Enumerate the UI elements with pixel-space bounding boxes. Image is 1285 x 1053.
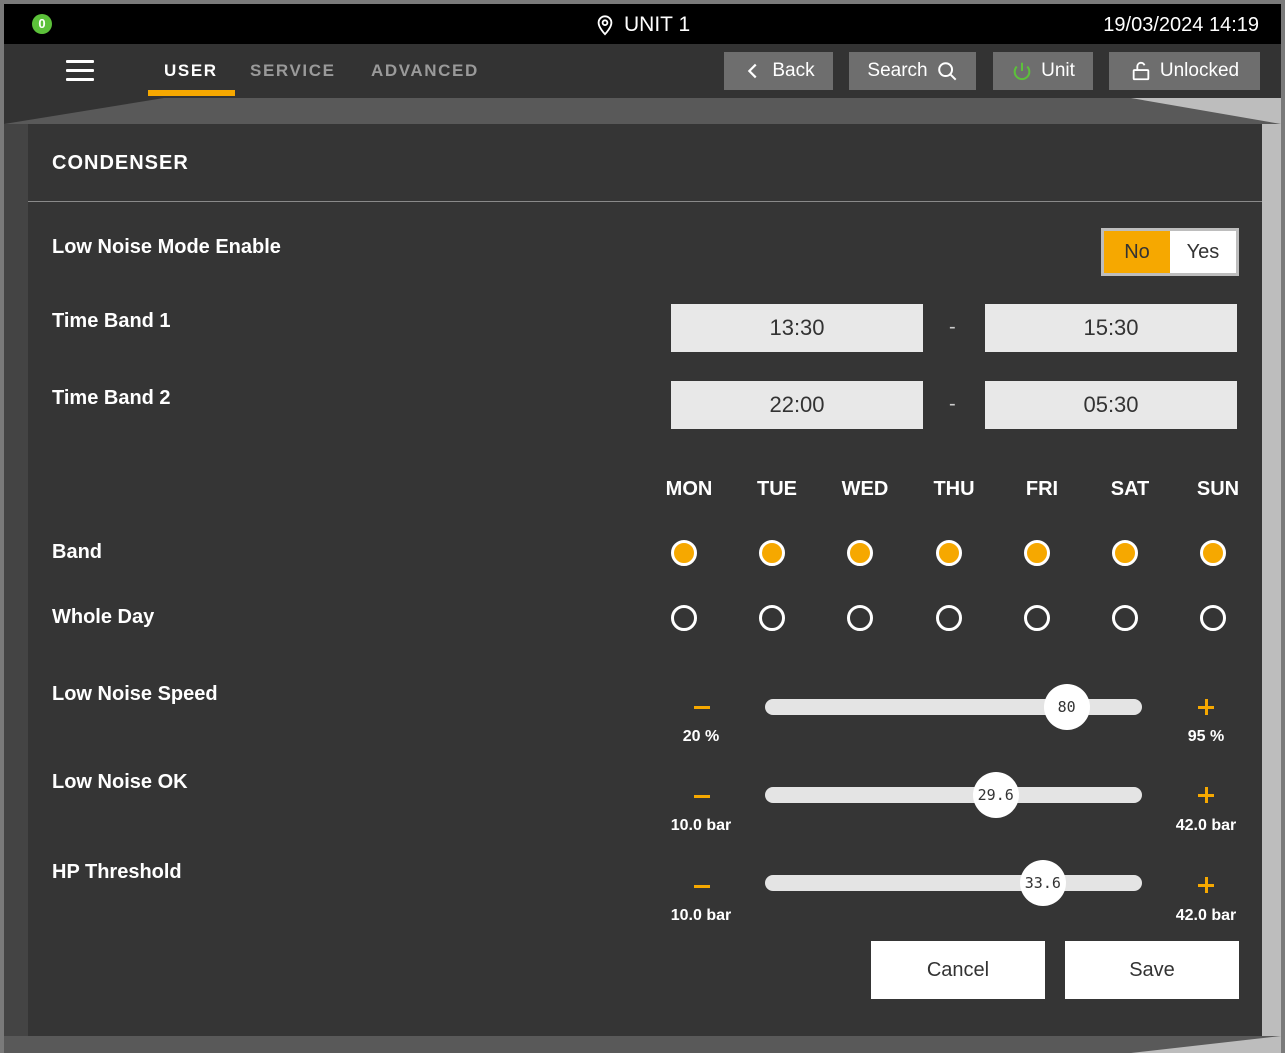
frame-edge-left [4,124,28,1053]
band-label: Band [52,541,102,563]
band-radio-mon[interactable] [671,540,697,566]
condenser-panel: CONDENSER Low Noise Mode Enable No Yes T… [28,124,1262,1036]
band-radio-wed[interactable] [847,540,873,566]
day-header-mon: MON [665,478,713,500]
panel-title: CONDENSER [52,152,189,174]
day-header-sat: SAT [1110,478,1150,500]
save-button[interactable]: Save [1065,941,1239,999]
low-noise-ok-knob[interactable]: 29.6 [972,772,1019,818]
search-label: Search [867,60,928,81]
hp-threshold-knob[interactable]: 33.6 [1019,860,1066,906]
whole-day-radio-fri[interactable] [1024,605,1050,631]
low-noise-mode-label: Low Noise Mode Enable [52,236,281,258]
time-band-2-separator: - [949,393,956,415]
whole-day-radio-sat[interactable] [1112,605,1138,631]
band-radio-sun[interactable] [1200,540,1226,566]
whole-day-label: Whole Day [52,606,155,628]
time-band-1-separator: - [949,316,956,338]
status-bar: 0 UNIT 1 19/03/2024 14:19 [4,4,1281,44]
day-header-sun: SUN [1196,478,1240,500]
divider [28,201,1262,202]
whole-day-radio-sun[interactable] [1200,605,1226,631]
low-noise-speed-label: Low Noise Speed [52,683,218,705]
hp-threshold-increment[interactable] [1198,877,1214,893]
day-header-wed: WED [841,478,889,500]
time-band-2-end[interactable]: 05:30 [985,381,1237,429]
band-radio-fri[interactable] [1024,540,1050,566]
low-noise-speed-max: 95 % [1187,728,1225,745]
chevron-left-icon [748,63,757,79]
low-noise-ok-max: 42.0 bar [1175,817,1237,834]
whole-day-radio-mon[interactable] [671,605,697,631]
hp-threshold-min: 10.0 bar [670,907,732,924]
hp-threshold-decrement[interactable] [694,885,710,888]
tab-advanced[interactable]: ADVANCED [371,61,479,81]
band-radio-thu[interactable] [936,540,962,566]
low-noise-ok-min: 10.0 bar [670,817,732,834]
whole-day-radio-thu[interactable] [936,605,962,631]
tab-user[interactable]: USER [164,61,218,81]
time-band-1-end[interactable]: 15:30 [985,304,1237,352]
whole-day-radio-tue[interactable] [759,605,785,631]
band-radio-tue[interactable] [759,540,785,566]
frame-trim-top [4,98,1281,124]
unit-button[interactable]: Unit [993,52,1093,90]
back-button[interactable]: Back [724,52,833,90]
low-noise-speed-slider[interactable]: 80 [765,684,1142,730]
search-icon [937,62,957,81]
lock-button[interactable]: Unlocked [1109,52,1260,90]
time-band-1-label: Time Band 1 [52,310,171,332]
day-header-fri: FRI [1025,478,1059,500]
unlocked-padlock-icon [1132,61,1150,81]
low-noise-ok-slider[interactable]: 29.6 [765,772,1142,818]
power-icon [1013,62,1031,81]
lock-label: Unlocked [1159,60,1240,81]
hp-threshold-label: HP Threshold [52,861,182,883]
unit-label: Unit [1041,60,1075,81]
time-band-2-start[interactable]: 22:00 [671,381,923,429]
low-noise-ok-increment[interactable] [1198,787,1214,803]
unit-name: UNIT 1 [624,13,691,36]
low-noise-speed-increment[interactable] [1198,699,1214,715]
low-noise-speed-min: 20 % [682,728,720,745]
active-tab-indicator [148,90,235,96]
whole-day-radio-wed[interactable] [847,605,873,631]
menu-icon[interactable] [66,60,94,82]
nav-bar: USER SERVICE ADVANCED Back Search Unit U… [4,44,1281,98]
datetime: 19/03/2024 14:19 [1103,14,1259,36]
day-header-tue: TUE [757,478,797,500]
low-noise-ok-label: Low Noise OK [52,771,188,793]
low-noise-speed-knob[interactable]: 80 [1043,684,1090,730]
low-noise-ok-decrement[interactable] [694,795,710,798]
low-noise-mode-toggle[interactable]: No Yes [1101,228,1239,276]
location-pin-icon [597,15,613,36]
time-band-1-start[interactable]: 13:30 [671,304,923,352]
tab-service[interactable]: SERVICE [250,61,336,81]
frame-edge-right [1262,124,1281,1036]
time-band-2-label: Time Band 2 [52,387,171,409]
toggle-option-no[interactable]: No [1104,231,1170,273]
hp-threshold-slider[interactable]: 33.6 [765,860,1142,906]
unit-title: UNIT 1 [594,13,690,37]
toggle-option-yes[interactable]: Yes [1170,231,1236,273]
alarm-count-badge[interactable]: 0 [32,14,52,34]
band-radio-sat[interactable] [1112,540,1138,566]
hp-threshold-max: 42.0 bar [1175,907,1237,924]
day-header-thu: THU [933,478,975,500]
back-label: Back [772,60,815,81]
frame-trim-bottom [4,1036,1281,1053]
low-noise-speed-decrement[interactable] [694,706,710,709]
search-button[interactable]: Search [849,52,976,90]
cancel-button[interactable]: Cancel [871,941,1045,999]
